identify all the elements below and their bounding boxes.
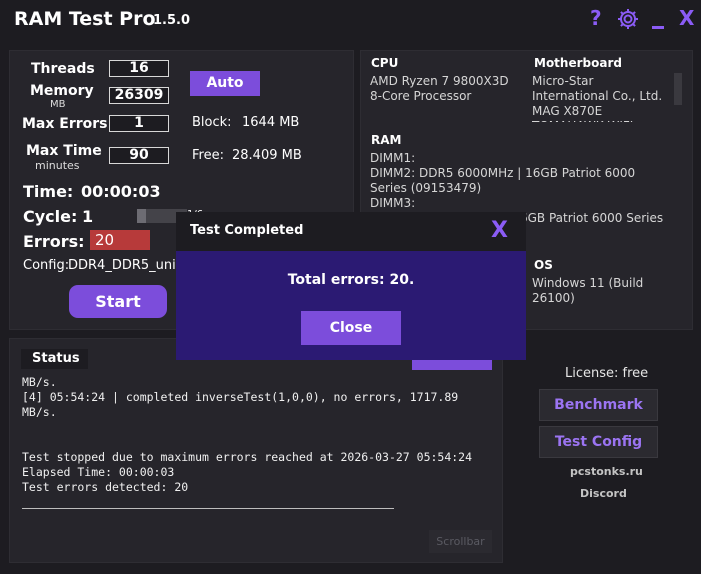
test-config-button[interactable]: Test Config xyxy=(539,426,658,458)
ram-dimm4: 6GB Patriot 6000 Series xyxy=(520,211,664,225)
start-button[interactable]: Start xyxy=(69,285,167,318)
max-errors-label: Max Errors xyxy=(22,116,108,132)
ram-dimm1: DIMM1: xyxy=(370,151,416,165)
dialog-title: Test Completed xyxy=(190,223,304,238)
log-divider xyxy=(22,508,394,509)
license-text: License: free xyxy=(565,366,649,381)
ram-dimm2: DIMM2: DDR5 6000MHz | 16GB Patriot 6000 … xyxy=(370,166,636,195)
max-time-label: Max Time xyxy=(26,143,102,159)
close-icon[interactable]: X xyxy=(679,6,694,30)
cycle-progress-fill xyxy=(137,209,146,223)
os-label: OS xyxy=(534,258,553,272)
block-value: 1644 MB xyxy=(242,115,300,130)
cpu-label: CPU xyxy=(371,56,399,70)
os-value: Windows 11 (Build 26100) xyxy=(532,276,644,305)
config-value: DDR4_DDR5_univ xyxy=(68,258,184,273)
threads-input[interactable]: 16 xyxy=(109,60,169,77)
cpu-value: AMD Ryzen 7 9800X3D 8-Core Processor xyxy=(370,74,509,103)
cycle-value: 1 xyxy=(82,207,94,226)
time-label: Time: xyxy=(23,182,74,201)
help-icon[interactable]: ? xyxy=(590,6,602,30)
settings-gear-icon[interactable] xyxy=(616,7,640,31)
benchmark-button[interactable]: Benchmark xyxy=(539,389,658,421)
ram-label: RAM xyxy=(371,133,402,147)
status-log: MB/s. [4] 05:54:24 | completed inverseTe… xyxy=(22,375,473,494)
scrollbar-button[interactable]: Scrollbar xyxy=(429,530,492,553)
threads-label: Threads xyxy=(31,61,95,77)
memory-label: Memory xyxy=(30,83,94,99)
test-completed-dialog: Test Completed X Total errors: 20. Close xyxy=(176,212,526,360)
motherboard-value: Micro-Star International Co., Ltd. MAG X… xyxy=(532,74,663,122)
block-label: Block: xyxy=(192,115,232,130)
site-link[interactable]: pcstonks.ru xyxy=(570,465,643,478)
auto-button[interactable]: Auto xyxy=(190,71,260,96)
minimize-icon[interactable] xyxy=(652,26,664,29)
memory-input[interactable]: 26309 xyxy=(109,87,169,104)
free-label: Free: xyxy=(192,148,224,163)
memory-unit-label: MB xyxy=(50,99,66,110)
app-version: 1.5.0 xyxy=(153,13,191,28)
app-title: RAM Test Pro xyxy=(14,8,156,30)
dialog-message: Total errors: 20. xyxy=(287,272,415,288)
max-time-input[interactable]: 90 xyxy=(109,147,169,164)
errors-value: 20 xyxy=(90,230,150,250)
dialog-close-icon[interactable]: X xyxy=(491,218,508,243)
motherboard-label: Motherboard xyxy=(534,56,622,70)
max-errors-input[interactable]: 1 xyxy=(109,115,169,132)
time-value: 00:00:03 xyxy=(81,182,161,201)
ram-dimm3: DIMM3: xyxy=(370,196,416,210)
errors-label: Errors: xyxy=(23,232,85,251)
config-label: Config: xyxy=(23,258,70,273)
discord-link[interactable]: Discord xyxy=(580,487,627,500)
max-time-unit-label: minutes xyxy=(35,159,80,172)
free-value: 28.409 MB xyxy=(232,148,302,163)
dialog-close-button[interactable]: Close xyxy=(301,311,401,345)
motherboard-scrollbar[interactable] xyxy=(674,73,682,105)
cycle-label: Cycle: xyxy=(23,207,78,226)
status-tab[interactable]: Status xyxy=(21,349,88,369)
